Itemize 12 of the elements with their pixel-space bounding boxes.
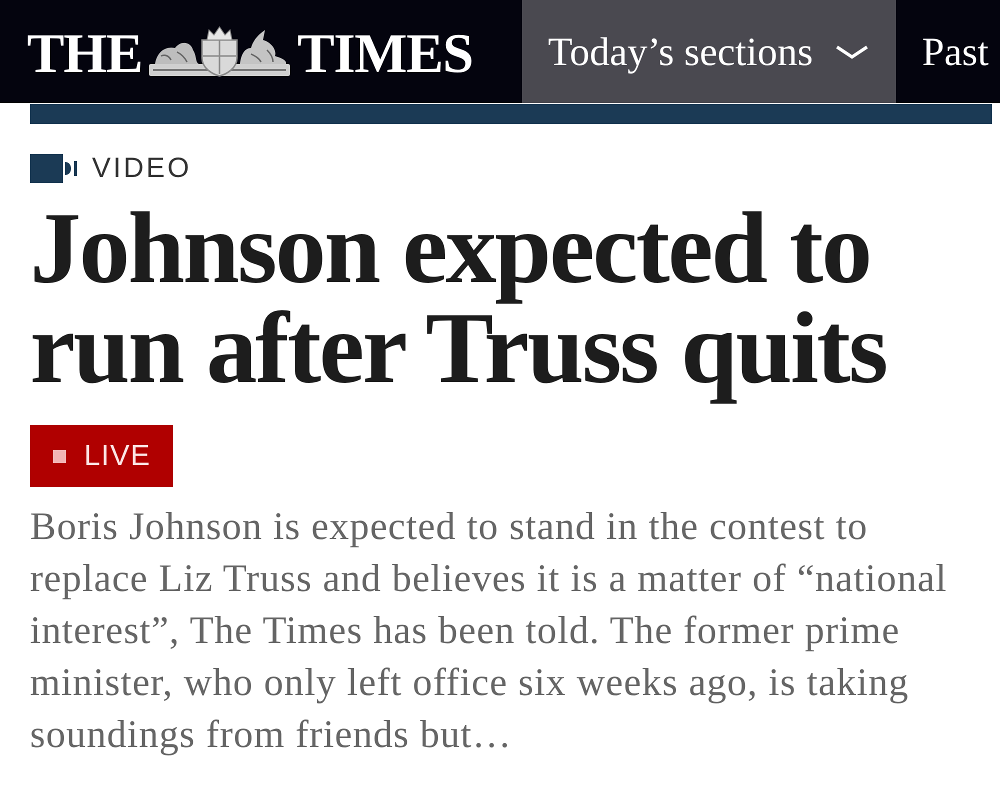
logo-wordmark[interactable]: TIMES — [297, 22, 473, 82]
chevron-down-icon — [834, 44, 869, 58]
video-camera-icon — [30, 154, 78, 182]
live-label: LIVE — [84, 442, 151, 470]
square-icon — [53, 450, 66, 462]
crest-icon — [147, 26, 292, 78]
article-summary: Boris Johnson is expected to stand in the contest to replace Liz Truss and believes it is a matter of “national interest”, The Times has been told. The former prime minister, who only left office six weeks ago, is taking soundings from friends but… — [30, 504, 948, 758]
headline[interactable]: Johnson expected to run after Truss quits — [24, 193, 936, 407]
logo-wordmark[interactable]: THE — [27, 22, 142, 82]
nav-link[interactable]: Past — [896, 0, 1000, 103]
category-label: VIDEO — [92, 154, 192, 182]
sections-menu-button[interactable]: Today’s sections — [522, 0, 896, 103]
